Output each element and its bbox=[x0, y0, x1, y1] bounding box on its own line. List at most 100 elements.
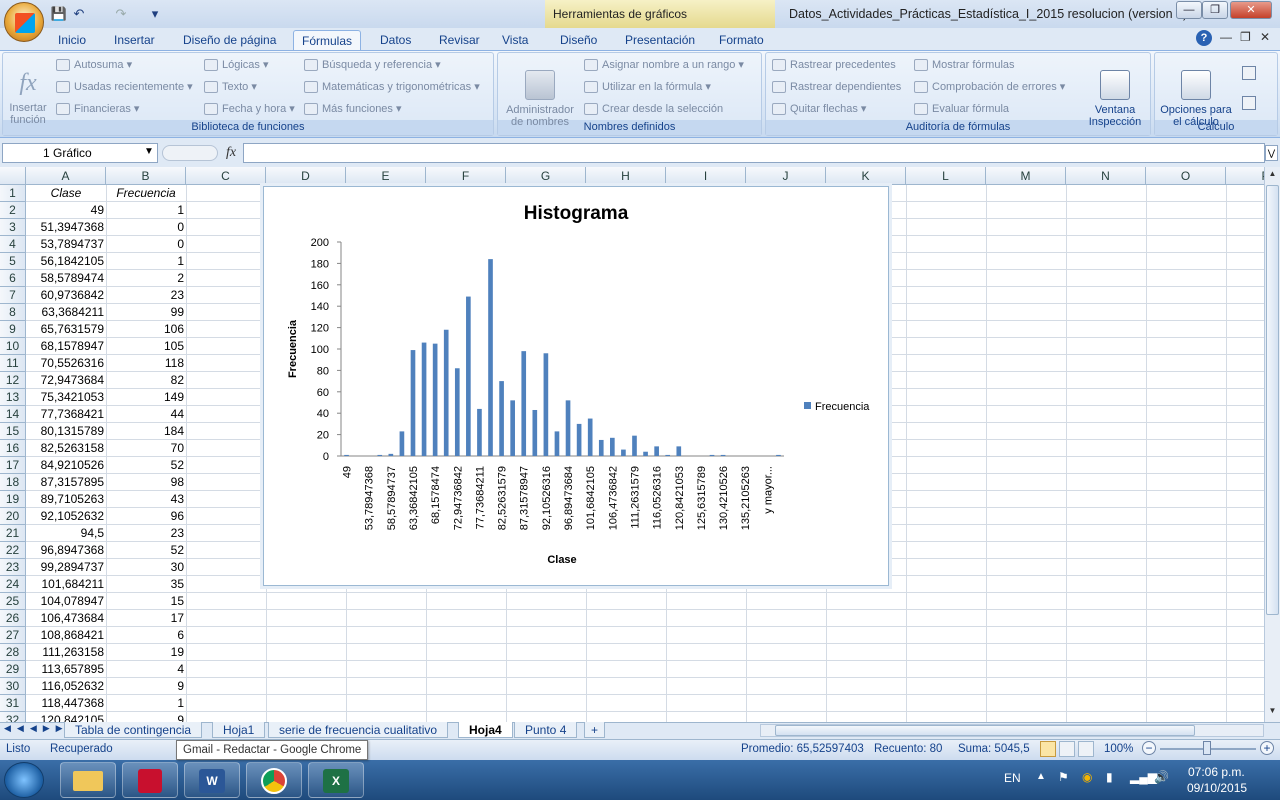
clase-cell[interactable]: 84,9210526 bbox=[26, 457, 106, 474]
column-header[interactable]: J bbox=[746, 167, 826, 185]
crear-seleccion-button[interactable]: Crear desde la selección bbox=[584, 100, 723, 118]
frecuencia-cell[interactable]: 149 bbox=[106, 389, 186, 406]
device-tray-icon[interactable]: ▮ bbox=[1106, 770, 1113, 784]
insert-function-fx-icon[interactable]: fx bbox=[220, 143, 242, 163]
redo-icon[interactable]: ↷ bbox=[104, 5, 138, 23]
column-header[interactable]: C bbox=[186, 167, 266, 185]
row-header[interactable]: 30 bbox=[0, 678, 26, 695]
horizontal-scroll-thumb[interactable] bbox=[775, 725, 1195, 736]
frecuencia-cell[interactable]: 2 bbox=[106, 270, 186, 287]
column-header[interactable]: E bbox=[346, 167, 426, 185]
name-box[interactable]: 1 Gráfico bbox=[2, 143, 158, 163]
clase-cell[interactable]: 77,7368421 bbox=[26, 406, 106, 423]
financieras-button[interactable]: Financieras ▾ bbox=[56, 100, 139, 118]
tab-diseno-pagina[interactable]: Diseño de página bbox=[175, 30, 284, 50]
clock-date[interactable]: 09/10/2015 bbox=[1187, 781, 1247, 795]
column-header[interactable]: G bbox=[506, 167, 586, 185]
mostrar-formulas-button[interactable]: Mostrar fórmulas bbox=[914, 56, 1015, 74]
volume-icon[interactable]: 🔊 bbox=[1154, 770, 1169, 784]
start-button-icon[interactable] bbox=[4, 762, 44, 798]
scroll-down-icon[interactable]: ▼ bbox=[1266, 706, 1279, 720]
language-indicator[interactable]: EN bbox=[1004, 771, 1021, 785]
vertical-scroll-thumb[interactable] bbox=[1266, 185, 1279, 615]
row-header[interactable]: 16 bbox=[0, 440, 26, 457]
frecuencia-cell[interactable]: 98 bbox=[106, 474, 186, 491]
row-header[interactable]: 7 bbox=[0, 287, 26, 304]
evaluar-formula-button[interactable]: Evaluar fórmula bbox=[914, 100, 1009, 118]
frecuencia-cell[interactable]: 82 bbox=[106, 372, 186, 389]
column-header[interactable]: H bbox=[586, 167, 666, 185]
expand-formula-icon[interactable]: ⋁ bbox=[1265, 145, 1278, 161]
frecuencia-cell[interactable]: 6 bbox=[106, 627, 186, 644]
column-header[interactable]: F bbox=[426, 167, 506, 185]
column-header[interactable]: N bbox=[1066, 167, 1146, 185]
clase-cell[interactable]: 99,2894737 bbox=[26, 559, 106, 576]
customize-qat-icon[interactable]: ▾ bbox=[146, 5, 164, 23]
clase-cell[interactable]: 94,5 bbox=[26, 525, 106, 542]
row-header[interactable]: 28 bbox=[0, 644, 26, 661]
clase-cell[interactable]: 70,5526316 bbox=[26, 355, 106, 372]
formula-input[interactable] bbox=[243, 143, 1265, 163]
normal-view-icon[interactable] bbox=[1040, 741, 1056, 757]
show-hidden-icons-icon[interactable]: ▲ bbox=[1036, 771, 1046, 782]
help-icon[interactable]: ? bbox=[1196, 30, 1212, 46]
column-header[interactable]: M bbox=[986, 167, 1066, 185]
frecuencia-cell[interactable]: 1 bbox=[106, 695, 186, 712]
row-header[interactable]: 20 bbox=[0, 508, 26, 525]
explorer-taskbar-icon[interactable] bbox=[60, 762, 116, 798]
frecuencia-cell[interactable]: 23 bbox=[106, 525, 186, 542]
row-header[interactable]: 23 bbox=[0, 559, 26, 576]
sheet-tab-hoja4[interactable]: Hoja4 bbox=[458, 722, 513, 738]
frecuencia-cell[interactable]: 99 bbox=[106, 304, 186, 321]
asignar-nombre-button[interactable]: Asignar nombre a un rango ▾ bbox=[584, 56, 744, 74]
office-button[interactable] bbox=[4, 2, 44, 42]
chrome-taskbar-icon[interactable] bbox=[246, 762, 302, 798]
acrobat-taskbar-icon[interactable] bbox=[122, 762, 178, 798]
clase-cell[interactable]: 58,5789474 bbox=[26, 270, 106, 287]
busqueda-referencia-button[interactable]: Búsqueda y referencia ▾ bbox=[304, 56, 441, 74]
row-header[interactable]: 15 bbox=[0, 423, 26, 440]
tab-insertar[interactable]: Insertar bbox=[106, 30, 163, 50]
clase-cell[interactable]: 111,263158 bbox=[26, 644, 106, 661]
row-header[interactable]: 3 bbox=[0, 219, 26, 236]
frecuencia-cell[interactable]: 0 bbox=[106, 236, 186, 253]
row-header[interactable]: 4 bbox=[0, 236, 26, 253]
row-header[interactable]: 8 bbox=[0, 304, 26, 321]
column-header[interactable]: K bbox=[826, 167, 906, 185]
clase-cell[interactable]: 63,3684211 bbox=[26, 304, 106, 321]
clase-cell[interactable]: 68,1578947 bbox=[26, 338, 106, 355]
clase-cell[interactable]: 108,868421 bbox=[26, 627, 106, 644]
clase-cell[interactable]: 92,1052632 bbox=[26, 508, 106, 525]
clase-cell[interactable]: 89,7105263 bbox=[26, 491, 106, 508]
logicas-button[interactable]: Lógicas ▾ bbox=[204, 56, 269, 74]
frecuencia-cell[interactable]: 1 bbox=[106, 253, 186, 270]
sheet-tab-punto4[interactable]: Punto 4 bbox=[514, 722, 578, 738]
row-header[interactable]: 18 bbox=[0, 474, 26, 491]
row-header[interactable]: 12 bbox=[0, 372, 26, 389]
column-header[interactable]: D bbox=[266, 167, 346, 185]
clase-cell[interactable]: 82,5263158 bbox=[26, 440, 106, 457]
row-header[interactable]: 11 bbox=[0, 355, 26, 372]
texto-button[interactable]: Texto ▾ bbox=[204, 78, 257, 96]
ribbon-restore-icon[interactable]: ❐ bbox=[1240, 30, 1251, 44]
table-header-cell[interactable]: Frecuencia bbox=[106, 185, 186, 202]
sheet-tab-tabla-contingencia[interactable]: Tabla de contingencia bbox=[64, 722, 203, 738]
frecuencia-cell[interactable]: 118 bbox=[106, 355, 186, 372]
tab-diseno[interactable]: Diseño bbox=[552, 30, 605, 50]
frecuencia-cell[interactable]: 105 bbox=[106, 338, 186, 355]
row-header[interactable]: 13 bbox=[0, 389, 26, 406]
table-header-cell[interactable]: Clase bbox=[26, 185, 106, 202]
clase-cell[interactable]: 118,447368 bbox=[26, 695, 106, 712]
name-box-dropdown-icon[interactable]: ▼ bbox=[144, 146, 154, 157]
insert-function-button[interactable]: fx Insertar función bbox=[4, 56, 52, 126]
sheet-tab-serie-frecuencia[interactable]: serie de frecuencia cualitativo bbox=[268, 722, 449, 738]
rastrear-precedentes-button[interactable]: Rastrear precedentes bbox=[772, 56, 896, 74]
row-header[interactable]: 17 bbox=[0, 457, 26, 474]
tab-inicio[interactable]: Inicio bbox=[50, 30, 94, 50]
formula-splitter[interactable] bbox=[162, 145, 218, 161]
clase-cell[interactable]: 96,8947368 bbox=[26, 542, 106, 559]
scroll-up-icon[interactable]: ▲ bbox=[1266, 169, 1279, 183]
frecuencia-cell[interactable]: 70 bbox=[106, 440, 186, 457]
frecuencia-cell[interactable]: 52 bbox=[106, 457, 186, 474]
rastrear-dependientes-button[interactable]: Rastrear dependientes bbox=[772, 78, 901, 96]
